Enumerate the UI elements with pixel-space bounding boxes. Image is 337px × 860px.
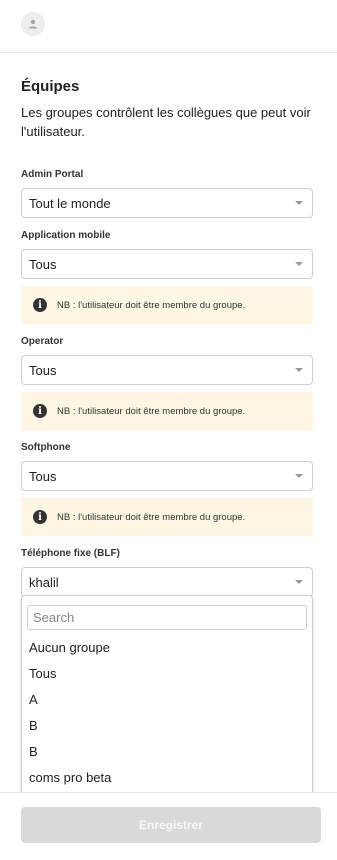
- dropdown-option[interactable]: A: [22, 687, 312, 713]
- group-dropdown-menu: Aucun groupe Tous A B B coms pro beta: [21, 595, 313, 795]
- chevron-down-icon: [295, 368, 303, 372]
- select-value: Tous: [29, 468, 57, 484]
- avatar[interactable]: [21, 12, 45, 36]
- softphone-select[interactable]: Tous: [21, 461, 313, 491]
- membership-notice: i NB : l'utilisateur doit être membre du…: [21, 286, 313, 324]
- chevron-down-icon: [295, 201, 303, 205]
- select-value: khalil: [29, 574, 59, 590]
- notice-text: NB : l'utilisateur doit être membre du g…: [57, 299, 246, 311]
- select-value: Tous: [29, 362, 57, 378]
- dropdown-option[interactable]: coms pro beta: [22, 765, 312, 791]
- info-icon: i: [33, 510, 47, 524]
- dropdown-search-input[interactable]: [27, 605, 307, 630]
- dropdown-option[interactable]: B: [22, 739, 312, 765]
- save-button[interactable]: Enregistrer: [21, 807, 321, 843]
- dropdown-options: Aucun groupe Tous A B B coms pro beta: [22, 635, 312, 791]
- membership-notice: i NB : l'utilisateur doit être membre du…: [21, 392, 313, 430]
- chevron-down-icon: [295, 474, 303, 478]
- dropdown-option[interactable]: Aucun groupe: [22, 635, 312, 661]
- field-label: Operator: [21, 336, 64, 347]
- dropdown-option[interactable]: B: [22, 713, 312, 739]
- notice-text: NB : l'utilisateur doit être membre du g…: [57, 511, 246, 523]
- membership-notice: i NB : l'utilisateur doit être membre du…: [21, 498, 313, 536]
- top-bar: [0, 0, 337, 53]
- select-value: Tous: [29, 256, 57, 272]
- operator-select[interactable]: Tous: [21, 355, 313, 385]
- chevron-down-icon: [295, 580, 303, 584]
- field-operator: Operator Tous i NB : l'utilisateur doit …: [21, 336, 316, 430]
- field-admin-portal: Admin Portal Tout le monde: [21, 169, 316, 218]
- admin-portal-select[interactable]: Tout le monde: [21, 188, 313, 218]
- field-label: Admin Portal: [21, 169, 84, 180]
- section-description: Les groupes contrôlent les collègues que…: [21, 105, 311, 139]
- select-value: Tout le monde: [29, 195, 111, 211]
- notice-text: NB : l'utilisateur doit être membre du g…: [57, 405, 246, 417]
- field-label: Application mobile: [21, 230, 111, 241]
- footer-bar: Enregistrer: [0, 792, 337, 860]
- field-application-mobile: Application mobile Tous i NB : l'utilisa…: [21, 230, 316, 324]
- info-icon: i: [33, 404, 47, 418]
- field-label: Softphone: [21, 442, 71, 453]
- section-title: Équipes: [21, 78, 80, 95]
- info-icon: i: [33, 298, 47, 312]
- dropdown-option[interactable]: Tous: [22, 661, 312, 687]
- field-softphone: Softphone Tous i NB : l'utilisateur doit…: [21, 442, 316, 536]
- user-icon: [28, 19, 38, 29]
- application-mobile-select[interactable]: Tous: [21, 249, 313, 279]
- telephone-fixe-select[interactable]: khalil: [21, 567, 313, 597]
- teams-section: Équipes Les groupes contrôlent les collè…: [0, 78, 337, 597]
- chevron-down-icon: [295, 262, 303, 266]
- field-telephone-fixe: Téléphone fixe (BLF) khalil: [21, 548, 316, 597]
- field-label: Téléphone fixe (BLF): [21, 548, 120, 559]
